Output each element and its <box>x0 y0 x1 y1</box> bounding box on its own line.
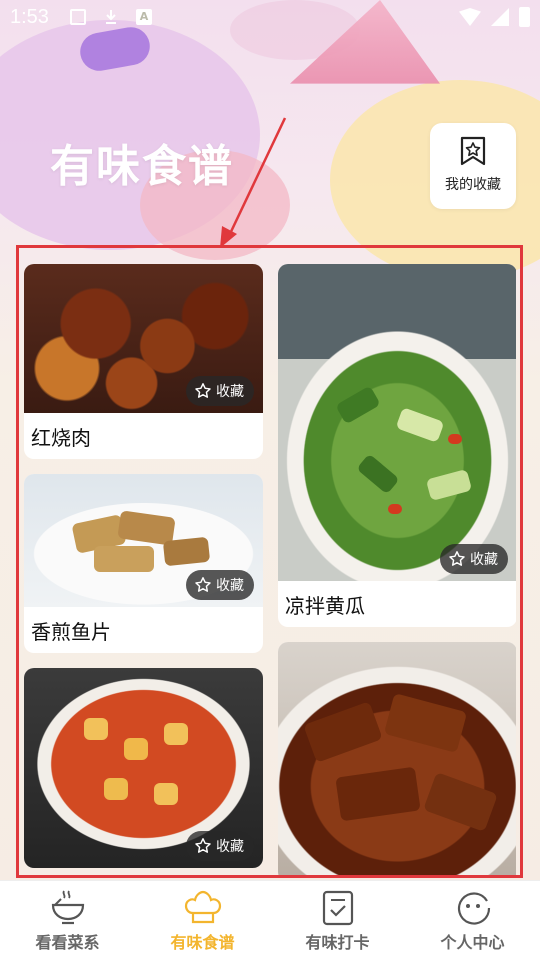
favorite-badge-label: 收藏 <box>216 384 244 400</box>
battery-icon <box>519 7 530 27</box>
signal-icon <box>491 8 509 26</box>
favorite-badge[interactable]: 收藏 <box>186 376 254 406</box>
recipe-name: 香煎鱼片 <box>31 619 111 644</box>
recipe-photo: 收藏 <box>24 264 263 413</box>
tab-profile[interactable]: 个人中心 <box>405 881 540 960</box>
star-icon <box>195 577 211 592</box>
recipe-card[interactable]: 收藏 <box>24 668 263 868</box>
star-icon <box>449 551 465 566</box>
recipe-column-right: 收藏 凉拌黄瓜 <box>278 264 516 878</box>
status-bar: 1:53 A <box>0 0 540 36</box>
image-notification-icon <box>70 9 86 25</box>
face-icon <box>457 892 490 925</box>
recipe-photo: 收藏 <box>24 668 263 868</box>
favorite-badge-label: 收藏 <box>216 839 244 855</box>
tab-label: 看看菜系 <box>35 933 100 952</box>
recipe-column-left: 收藏 红烧肉 收藏 香煎鱼片 收藏 <box>24 264 263 878</box>
favorite-badge-label: 收藏 <box>470 552 498 568</box>
a-notification-icon: A <box>136 9 152 25</box>
recipe-photo: 收藏 <box>278 264 516 581</box>
recipe-photo: 收藏 <box>24 474 263 607</box>
tab-checkin[interactable]: 有味打卡 <box>270 881 405 960</box>
recipe-card[interactable] <box>278 642 516 878</box>
favorite-badge[interactable]: 收藏 <box>186 570 254 600</box>
tab-label: 有味打卡 <box>305 933 370 952</box>
wifi-icon <box>459 8 481 26</box>
star-icon <box>195 383 211 398</box>
annotation-arrow <box>220 117 287 248</box>
star-icon <box>195 838 211 853</box>
favorite-badge[interactable]: 收藏 <box>440 544 508 574</box>
favorite-badge-label: 收藏 <box>216 578 244 594</box>
tab-label: 个人中心 <box>440 933 505 952</box>
bowl-icon <box>51 890 84 925</box>
tab-label: 有味食谱 <box>170 933 235 952</box>
bottom-tab-bar: 看看菜系 有味食谱 有味打卡 个人中心 <box>0 880 540 960</box>
recipe-name: 凉拌黄瓜 <box>285 593 365 618</box>
tab-cuisines[interactable]: 看看菜系 <box>0 881 135 960</box>
tab-recipes[interactable]: 有味食谱 <box>135 881 270 960</box>
chef-hat-icon <box>184 890 221 924</box>
bookmark-star-icon <box>460 136 486 166</box>
recipe-card[interactable]: 收藏 红烧肉 <box>24 264 263 459</box>
recipe-card[interactable]: 收藏 香煎鱼片 <box>24 474 263 653</box>
status-time: 1:53 <box>10 6 49 28</box>
checklist-icon <box>322 890 353 926</box>
my-favorites-button[interactable]: 我的收藏 <box>430 123 516 209</box>
recipe-grid: 收藏 红烧肉 收藏 香煎鱼片 收藏 收藏 凉拌黄瓜 <box>24 264 516 878</box>
favorite-badge[interactable]: 收藏 <box>186 831 254 861</box>
recipe-card[interactable]: 收藏 凉拌黄瓜 <box>278 264 516 627</box>
recipe-name: 红烧肉 <box>31 425 91 450</box>
page-title: 有味食谱 <box>50 141 234 192</box>
my-favorites-label: 我的收藏 <box>445 177 501 193</box>
recipe-photo <box>278 642 516 878</box>
download-icon <box>106 10 116 24</box>
